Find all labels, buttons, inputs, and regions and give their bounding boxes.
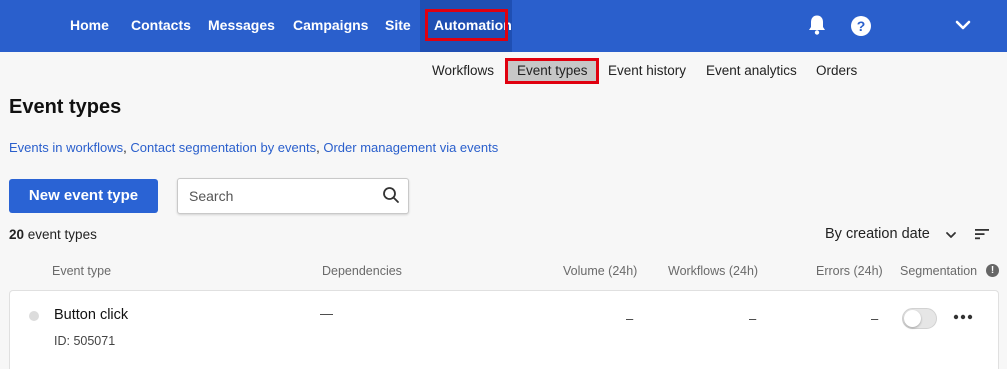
column-dependencies: Dependencies (322, 264, 402, 278)
column-volume: Volume (24h) (563, 264, 638, 278)
new-event-type-button[interactable]: New event type (9, 179, 158, 213)
nav-automation[interactable]: Automation (434, 0, 512, 52)
link-contact-segmentation[interactable]: Contact segmentation by events (130, 140, 316, 155)
help-links: Events in workflows, Contact segmentatio… (9, 140, 498, 155)
column-workflows: Workflows (24h) (668, 264, 759, 278)
tab-event-history[interactable]: Event history (608, 60, 686, 82)
tab-event-analytics[interactable]: Event analytics (706, 60, 797, 82)
search-box (177, 178, 409, 214)
link-order-management[interactable]: Order management via events (323, 140, 498, 155)
nav-home[interactable]: Home (70, 0, 109, 52)
tab-event-types[interactable]: Event types (517, 60, 588, 82)
column-segmentation: Segmentation (900, 264, 978, 278)
status-dot-icon (29, 311, 39, 321)
dependencies-value: — (320, 306, 333, 321)
toggle-knob (904, 310, 921, 327)
count-number: 20 (9, 227, 25, 242)
errors-value: – (871, 311, 879, 326)
event-type-id: ID: 505071 (54, 334, 116, 348)
table-row[interactable]: Button click ID: 505071 — – – – (9, 290, 999, 369)
tab-orders[interactable]: Orders (816, 60, 857, 82)
help-icon[interactable]: ? (851, 16, 871, 36)
column-errors: Errors (24h) (816, 264, 883, 278)
volume-value: – (626, 311, 634, 326)
count-suffix: event types (24, 227, 97, 242)
event-type-name[interactable]: Button click (54, 307, 128, 323)
nav-site[interactable]: Site (385, 0, 411, 52)
more-options-icon[interactable] (950, 309, 976, 325)
page-title: Event types (9, 96, 122, 118)
segmentation-toggle[interactable] (902, 308, 937, 329)
nav-contacts[interactable]: Contacts (131, 0, 191, 52)
workflows-value: – (749, 311, 757, 326)
bell-icon[interactable] (807, 14, 827, 36)
sort-dropdown[interactable]: By creation date (825, 226, 930, 242)
event-types-count: 20 event types (9, 227, 97, 242)
tab-workflows[interactable]: Workflows (432, 60, 494, 82)
info-icon[interactable]: ! (986, 264, 999, 277)
link-events-in-workflows[interactable]: Events in workflows (9, 140, 123, 155)
search-input[interactable] (189, 187, 369, 205)
search-icon[interactable] (382, 186, 400, 204)
sort-order-icon[interactable] (975, 228, 989, 240)
nav-messages[interactable]: Messages (208, 0, 275, 52)
nav-campaigns[interactable]: Campaigns (293, 0, 368, 52)
sort-chevron-down-icon[interactable] (945, 231, 957, 239)
column-event-type: Event type (52, 264, 112, 278)
top-navigation-bar: Home Contacts Messages Campaigns Site Au… (0, 0, 1007, 52)
chevron-down-icon[interactable] (955, 19, 971, 31)
